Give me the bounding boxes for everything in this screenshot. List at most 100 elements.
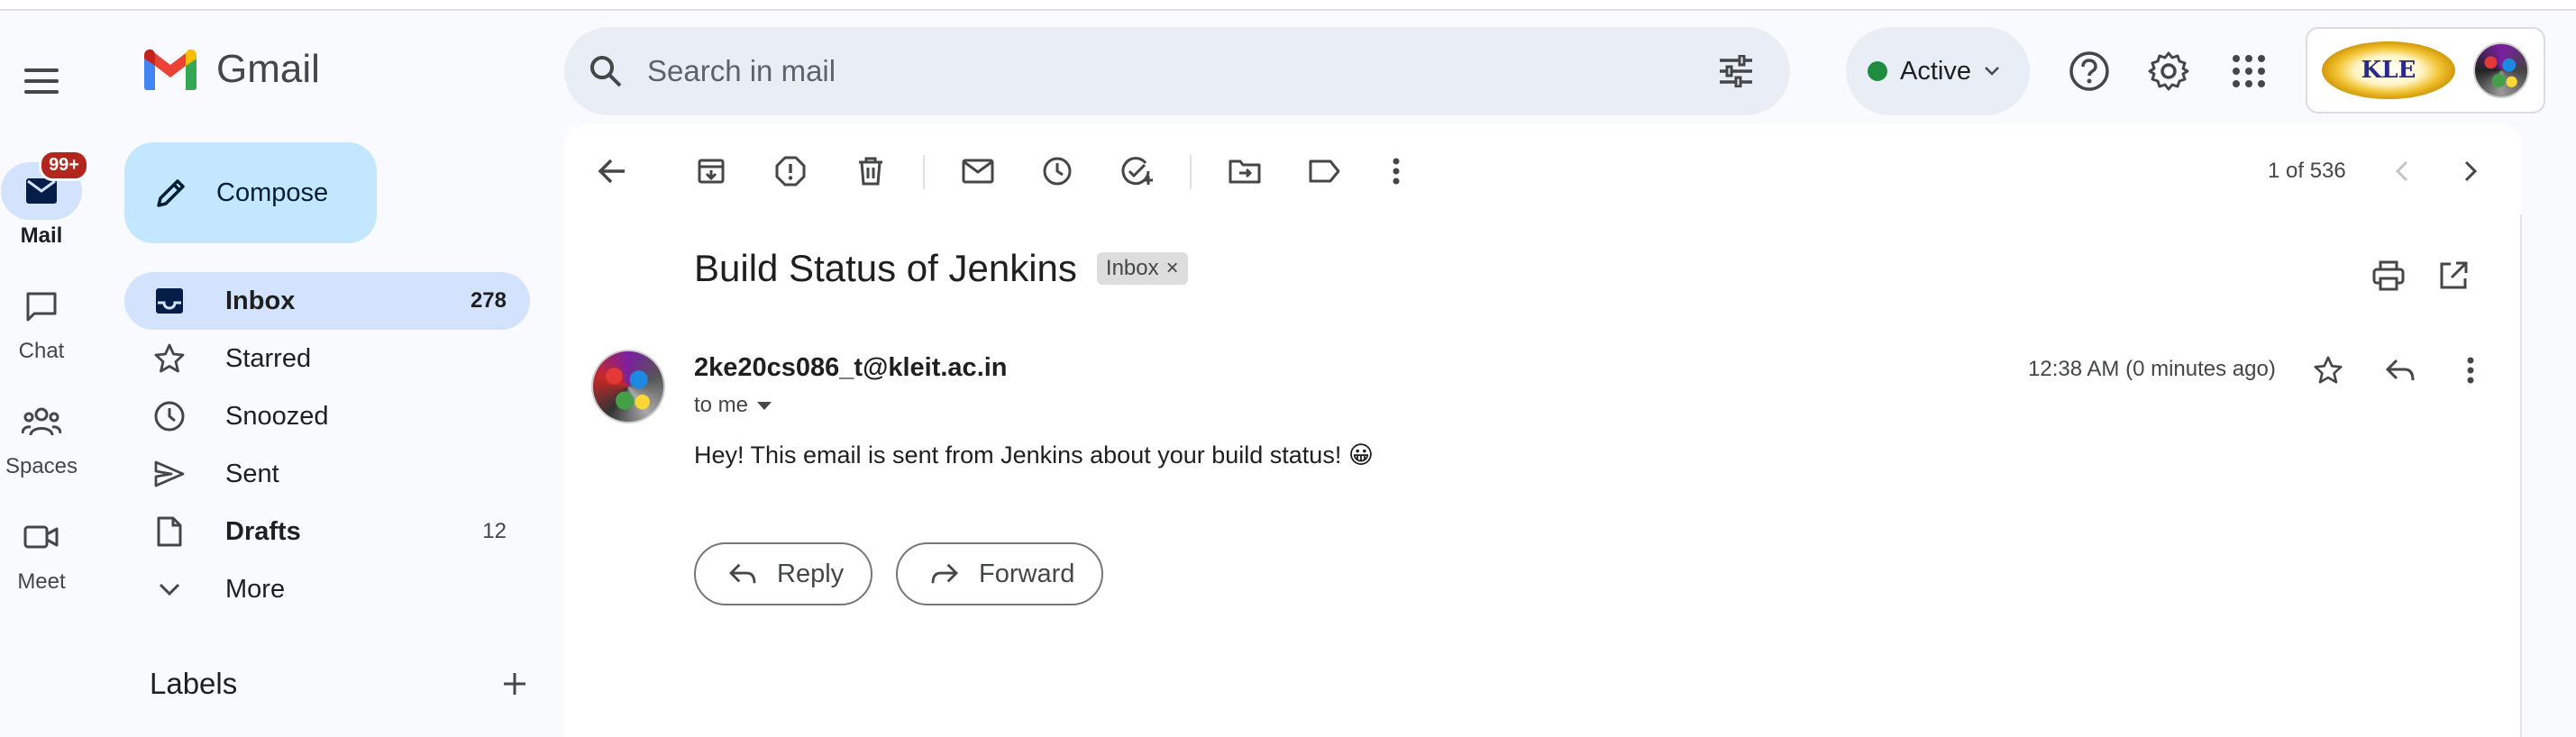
recipient-details-toggle[interactable]: to me — [694, 393, 772, 418]
pagination: 1 of 536 — [2268, 142, 2480, 200]
report-spam-icon[interactable] — [764, 142, 817, 200]
app-rail: 99+ Mail Chat Spaces Meet — [0, 11, 103, 737]
gmail-m-icon — [144, 49, 196, 90]
apps-grid-icon[interactable] — [2223, 45, 2275, 97]
inbox-icon — [156, 288, 183, 314]
gmail-wordmark: Gmail — [216, 47, 320, 91]
sidebar-item-label: Starred — [225, 343, 312, 373]
inbox-label-chip[interactable]: Inbox × — [1096, 252, 1188, 285]
sender-email[interactable]: 2ke20cs086_t@kleit.ac.in — [694, 353, 1008, 383]
move-to-folder-icon[interactable] — [1219, 142, 1271, 200]
sidebar: Gmail Compose Inbox 278 Starred Snoozed … — [103, 11, 562, 737]
sidebar-item-inbox[interactable]: Inbox 278 — [124, 272, 530, 330]
rail-label-meet: Meet — [17, 569, 66, 594]
search-input[interactable] — [647, 54, 1718, 88]
message-view: 1 of 536 Build Status of Jenkins Inbox ×… — [564, 124, 2522, 737]
avatar[interactable] — [2473, 42, 2529, 98]
chevron-down-icon — [1985, 67, 1999, 76]
org-logo-text: KLE — [2361, 57, 2416, 84]
more-vert-icon[interactable] — [2444, 344, 2497, 396]
rail-pill-meet — [13, 508, 70, 566]
account-switcher[interactable]: KLE — [2306, 27, 2545, 114]
sidebar-item-label: Sent — [225, 459, 279, 488]
open-in-new-window-icon[interactable] — [2428, 250, 2479, 301]
rail-item-mail[interactable]: 99+ Mail — [0, 150, 89, 249]
compose-button[interactable]: Compose — [124, 142, 377, 243]
email-timestamp: 12:38 AM (0 minutes ago) — [2028, 357, 2276, 381]
compose-label: Compose — [216, 177, 329, 207]
toolbar-divider — [923, 155, 925, 189]
add-task-icon[interactable] — [1111, 142, 1164, 200]
sidebar-item-drafts[interactable]: Drafts 12 — [124, 503, 530, 560]
mail-icon — [26, 178, 57, 204]
main-menu-icon[interactable] — [18, 58, 65, 105]
toolbar-divider — [1190, 155, 1192, 189]
video-camera-icon — [23, 525, 59, 549]
folder-nav: Inbox 278 Starred Snoozed Sent Drafts 12… — [124, 272, 530, 618]
plus-icon[interactable] — [501, 670, 528, 697]
labels-section-header: Labels — [150, 667, 528, 701]
print-icon[interactable] — [2363, 250, 2414, 301]
rail-label-chat: Chat — [18, 339, 65, 363]
inbox-count: 278 — [470, 288, 507, 313]
archive-icon[interactable] — [685, 142, 737, 200]
status-selector[interactable]: Active — [1846, 27, 2030, 115]
search-icon[interactable] — [588, 53, 624, 89]
search-bar — [564, 27, 1790, 115]
gmail-logo[interactable]: Gmail — [142, 47, 320, 92]
recipient-label: to me — [694, 393, 749, 417]
forward-icon — [931, 563, 958, 584]
back-arrow-icon[interactable] — [586, 142, 638, 200]
rail-pill-chat — [13, 278, 70, 335]
reply-icon[interactable] — [2374, 344, 2426, 396]
chip-remove-icon[interactable]: × — [1166, 256, 1179, 281]
sidebar-item-sent[interactable]: Sent — [124, 445, 530, 503]
star-icon — [154, 343, 185, 373]
sidebar-item-starred[interactable]: Starred — [124, 330, 530, 387]
sidebar-item-more[interactable]: More — [124, 560, 530, 618]
chevron-left-icon[interactable] — [2393, 159, 2409, 183]
snooze-clock-icon[interactable] — [1031, 142, 1083, 200]
spaces-icon — [22, 407, 61, 436]
reply-icon — [729, 563, 756, 584]
forward-label: Forward — [979, 559, 1075, 588]
rail-pill-spaces — [13, 393, 70, 450]
gear-icon[interactable] — [2142, 45, 2195, 97]
rail-label-mail: Mail — [20, 223, 63, 248]
search-options-icon[interactable] — [1718, 55, 1754, 87]
reply-button[interactable]: Reply — [694, 542, 873, 605]
scroll-track — [2520, 214, 2522, 737]
mail-unread-badge: 99+ — [39, 150, 89, 181]
browser-top-strip — [0, 0, 2576, 11]
rail-item-meet[interactable]: Meet — [0, 508, 83, 595]
drafts-count: 12 — [482, 519, 507, 543]
chevron-right-icon[interactable] — [2463, 159, 2480, 183]
more-vert-icon[interactable] — [1370, 142, 1422, 200]
pencil-icon — [157, 179, 185, 207]
send-icon — [154, 460, 185, 487]
status-dot — [1868, 61, 1887, 81]
sidebar-item-label: Snoozed — [225, 401, 329, 431]
star-icon[interactable] — [2302, 344, 2354, 396]
rail-item-chat[interactable]: Chat — [0, 278, 83, 364]
sidebar-item-label: More — [225, 574, 286, 604]
rail-item-spaces[interactable]: Spaces — [0, 393, 83, 479]
draft-file-icon — [157, 516, 182, 547]
message-toolbar: 1 of 536 — [564, 142, 2522, 200]
reply-label: Reply — [777, 559, 845, 588]
clock-icon — [154, 401, 185, 432]
rail-label-spaces: Spaces — [5, 454, 78, 478]
chat-icon — [26, 292, 57, 322]
sidebar-item-label: Drafts — [225, 516, 301, 546]
forward-button[interactable]: Forward — [896, 542, 1104, 605]
label-tag-icon[interactable] — [1298, 142, 1350, 200]
sidebar-item-snoozed[interactable]: Snoozed — [124, 387, 530, 445]
trash-icon[interactable] — [845, 142, 897, 200]
status-label: Active — [1900, 56, 1971, 86]
caret-down-icon — [757, 401, 772, 410]
sender-avatar[interactable] — [591, 350, 665, 423]
mark-unread-icon[interactable] — [952, 142, 1004, 200]
help-icon[interactable] — [2063, 45, 2115, 97]
chip-label: Inbox — [1105, 256, 1159, 280]
organization-logo: KLE — [2322, 41, 2455, 99]
